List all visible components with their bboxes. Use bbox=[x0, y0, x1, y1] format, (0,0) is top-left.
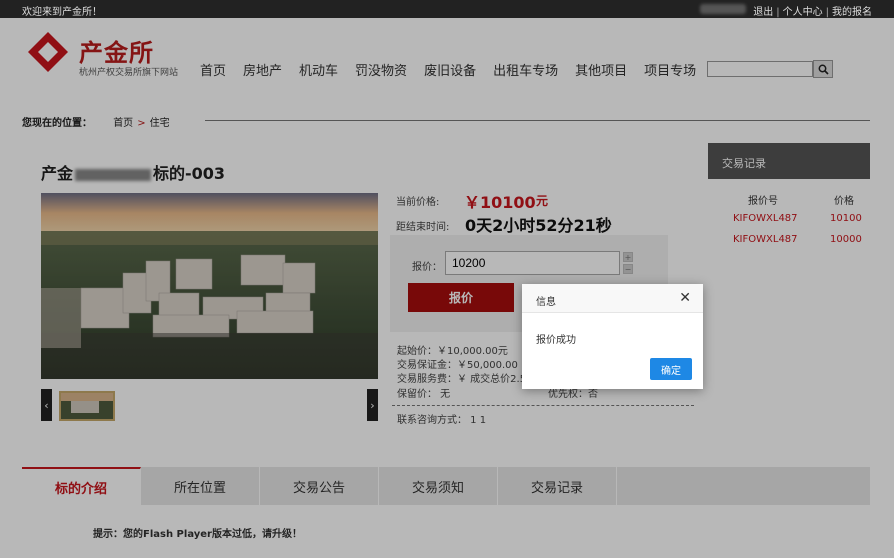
welcome-text: 欢迎来到产金所！ bbox=[22, 7, 102, 18]
top-bar: 欢迎来到产金所！ 退出 | 个人中心 | 我的报名 bbox=[0, 0, 894, 18]
username-masked bbox=[700, 4, 746, 14]
dialog-message: 报价成功 bbox=[536, 335, 576, 346]
user-center-link[interactable]: 个人中心 bbox=[783, 7, 823, 18]
close-icon[interactable]: ✕ bbox=[679, 290, 691, 306]
my-registration-link[interactable]: 我的报名 bbox=[832, 7, 872, 18]
dialog-title: 信息 bbox=[536, 297, 556, 308]
modal-overlay[interactable] bbox=[0, 18, 894, 558]
logout-link[interactable]: 退出 bbox=[753, 7, 773, 18]
dialog-ok-button[interactable]: 确定 bbox=[650, 358, 692, 380]
account-links: 退出 | 个人中心 | 我的报名 bbox=[753, 7, 872, 18]
dialog-header: 信息 ✕ bbox=[522, 284, 703, 313]
info-dialog: 信息 ✕ 报价成功 确定 bbox=[522, 284, 703, 389]
